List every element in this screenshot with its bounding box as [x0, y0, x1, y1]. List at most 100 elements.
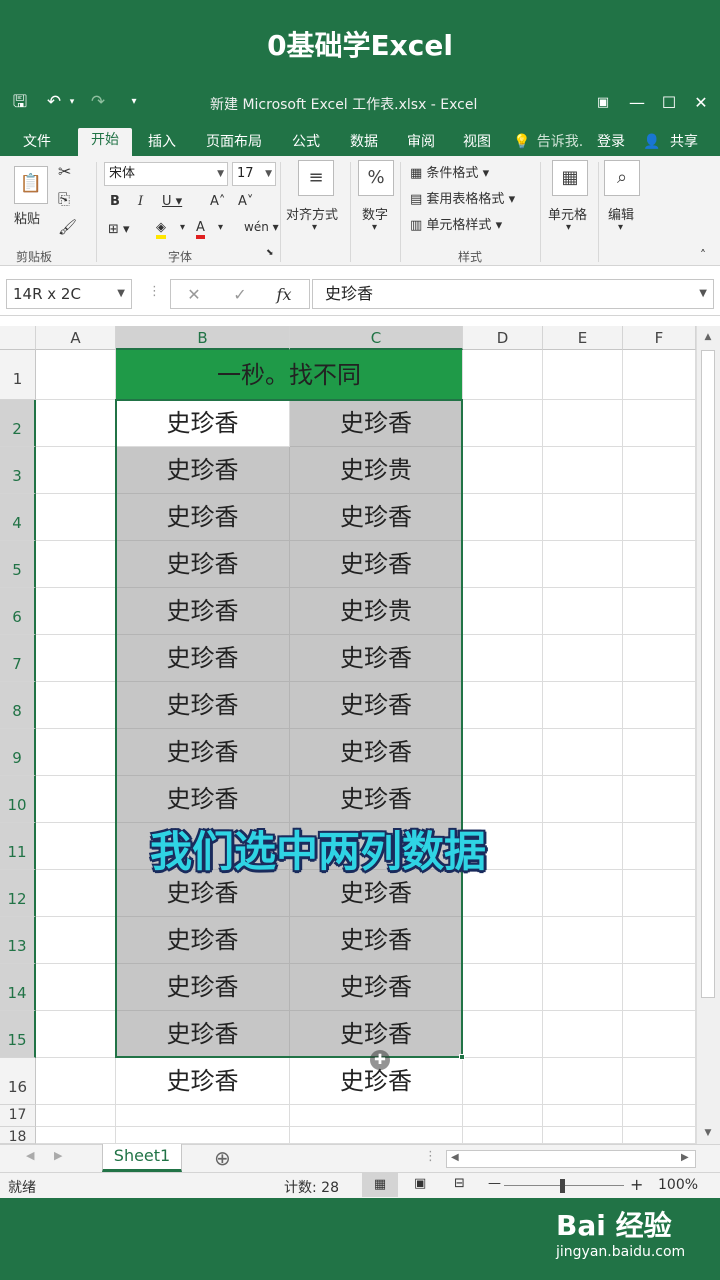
row-header-2[interactable]: 2 — [0, 400, 36, 447]
data-cell[interactable]: 史珍香 — [116, 541, 290, 588]
lightbulb-icon[interactable]: 💡 — [512, 130, 532, 156]
dialog-launcher-icon[interactable]: ⬊ — [266, 248, 274, 258]
chevron-down-icon[interactable]: ▾ — [218, 222, 223, 233]
row-header-1[interactable]: 1 — [0, 350, 36, 400]
grid-cell[interactable] — [463, 588, 543, 635]
data-cell[interactable]: 史珍香 — [290, 917, 463, 964]
grid-cell[interactable] — [463, 447, 543, 494]
grid-cell[interactable] — [623, 350, 696, 400]
fill-handle[interactable] — [459, 1054, 465, 1060]
column-header-f[interactable]: F — [623, 326, 696, 350]
grid-cell[interactable] — [36, 588, 116, 635]
grid-cell[interactable] — [116, 1105, 290, 1127]
grid-cell[interactable] — [463, 400, 543, 447]
vertical-scroll-thumb[interactable] — [701, 350, 715, 998]
grid-cell[interactable] — [463, 1058, 543, 1105]
data-cell[interactable]: 史珍香 — [116, 494, 290, 541]
bold-icon[interactable]: B — [110, 194, 120, 209]
conditional-format-button[interactable]: ▦ 条件格式 ▾ — [410, 162, 489, 181]
prev-sheet-icon[interactable]: ◀ — [26, 1149, 34, 1162]
tab-page-layout[interactable]: 页面布局 — [198, 130, 270, 156]
tell-me-search[interactable]: 告诉我. — [534, 130, 586, 156]
tab-file[interactable]: 文件 — [12, 130, 62, 156]
grid-cell[interactable] — [463, 350, 543, 400]
grid-cell[interactable] — [36, 729, 116, 776]
cancel-icon[interactable]: ✕ — [181, 283, 207, 307]
customize-toolbar-icon[interactable]: ▾ — [122, 90, 146, 114]
font-name-combo[interactable]: 宋体 ▼ — [104, 162, 228, 186]
phonetic-icon[interactable]: wén ▾ — [244, 220, 279, 234]
grid-cell[interactable] — [543, 588, 623, 635]
data-cell[interactable]: 史珍香 — [116, 1011, 290, 1058]
grid-cell[interactable] — [36, 682, 116, 729]
row-header-5[interactable]: 5 — [0, 541, 36, 588]
grid-cell[interactable] — [36, 776, 116, 823]
data-cell[interactable]: 史珍香 — [290, 400, 463, 447]
zoom-in-icon[interactable]: + — [630, 1175, 643, 1194]
grid-cell[interactable] — [623, 870, 696, 917]
grid-cell[interactable] — [36, 400, 116, 447]
data-cell[interactable]: 史珍香 — [290, 729, 463, 776]
align-icon[interactable]: ≡ — [298, 160, 334, 196]
grid-cell[interactable] — [543, 494, 623, 541]
grid-cell[interactable] — [36, 1127, 116, 1144]
grid-cell[interactable] — [543, 541, 623, 588]
data-cell[interactable]: 史珍贵 — [290, 447, 463, 494]
vertical-scrollbar[interactable]: ▲ ▼ — [696, 326, 720, 1144]
minimize-icon[interactable]: — — [624, 90, 650, 116]
data-cell[interactable]: 史珍香 — [116, 400, 290, 447]
grid-cell[interactable] — [463, 1105, 543, 1127]
person-icon[interactable]: 👤 — [642, 130, 662, 156]
data-cell[interactable]: 史珍香 — [290, 964, 463, 1011]
format-as-table-button[interactable]: ▤ 套用表格格式 ▾ — [410, 188, 515, 207]
data-cell[interactable]: 史珍香 — [116, 729, 290, 776]
scroll-right-icon[interactable]: ▶ — [681, 1152, 689, 1163]
grid-cell[interactable] — [463, 1011, 543, 1058]
horizontal-scrollbar[interactable]: ◀ ▶ — [446, 1150, 696, 1168]
grid-cell[interactable] — [36, 1058, 116, 1105]
column-header-c[interactable]: C — [290, 326, 463, 350]
page-break-view-icon[interactable]: ⊟ — [454, 1176, 465, 1191]
grid-cell[interactable] — [543, 917, 623, 964]
zoom-out-icon[interactable]: — — [488, 1176, 501, 1191]
grid-cell[interactable] — [463, 729, 543, 776]
grid-cell[interactable] — [623, 682, 696, 729]
number-label[interactable]: 数字 — [362, 204, 388, 223]
row-header-15[interactable]: 15 — [0, 1011, 36, 1058]
cut-icon[interactable]: ✂ — [58, 162, 71, 181]
share-button[interactable]: 共享 — [664, 130, 704, 156]
grid-cell[interactable] — [463, 917, 543, 964]
grid-cell[interactable] — [36, 447, 116, 494]
tab-insert[interactable]: 插入 — [140, 130, 184, 156]
row-header-3[interactable]: 3 — [0, 447, 36, 494]
row-header-4[interactable]: 4 — [0, 494, 36, 541]
select-all-corner[interactable] — [0, 326, 36, 350]
sign-in-link[interactable]: 登录 — [592, 130, 630, 156]
scroll-down-icon[interactable]: ▼ — [701, 1126, 715, 1140]
border-icon[interactable]: ⊞ ▾ — [108, 222, 130, 237]
grid-cell[interactable] — [463, 494, 543, 541]
maximize-icon[interactable]: ☐ — [656, 90, 682, 116]
chevron-down-icon[interactable]: ▾ — [372, 222, 377, 233]
grid-cell[interactable] — [543, 1127, 623, 1144]
underline-icon[interactable]: U ▾ — [162, 194, 182, 209]
tab-formulas[interactable]: 公式 — [282, 130, 330, 156]
copy-icon[interactable]: ⎘ — [58, 190, 70, 208]
percent-icon[interactable]: % — [358, 160, 394, 196]
row-header-6[interactable]: 6 — [0, 588, 36, 635]
grid-cell[interactable] — [36, 964, 116, 1011]
grid-cell[interactable] — [543, 1011, 623, 1058]
grid-cell[interactable] — [623, 1127, 696, 1144]
data-cell[interactable]: 史珍贵 — [290, 588, 463, 635]
grid-cell[interactable] — [623, 1011, 696, 1058]
grid-cell[interactable] — [463, 1127, 543, 1144]
clipboard-paste-icon[interactable]: 📋 — [14, 166, 48, 204]
grid-cell[interactable] — [36, 917, 116, 964]
data-cell[interactable]: 史珍香 — [290, 635, 463, 682]
tab-review[interactable]: 审阅 — [398, 130, 444, 156]
row-header-18[interactable]: 18 — [0, 1127, 36, 1144]
grid-cell[interactable] — [543, 776, 623, 823]
grid-cell[interactable] — [463, 682, 543, 729]
grid-cell[interactable] — [543, 823, 623, 870]
row-header-17[interactable]: 17 — [0, 1105, 36, 1127]
